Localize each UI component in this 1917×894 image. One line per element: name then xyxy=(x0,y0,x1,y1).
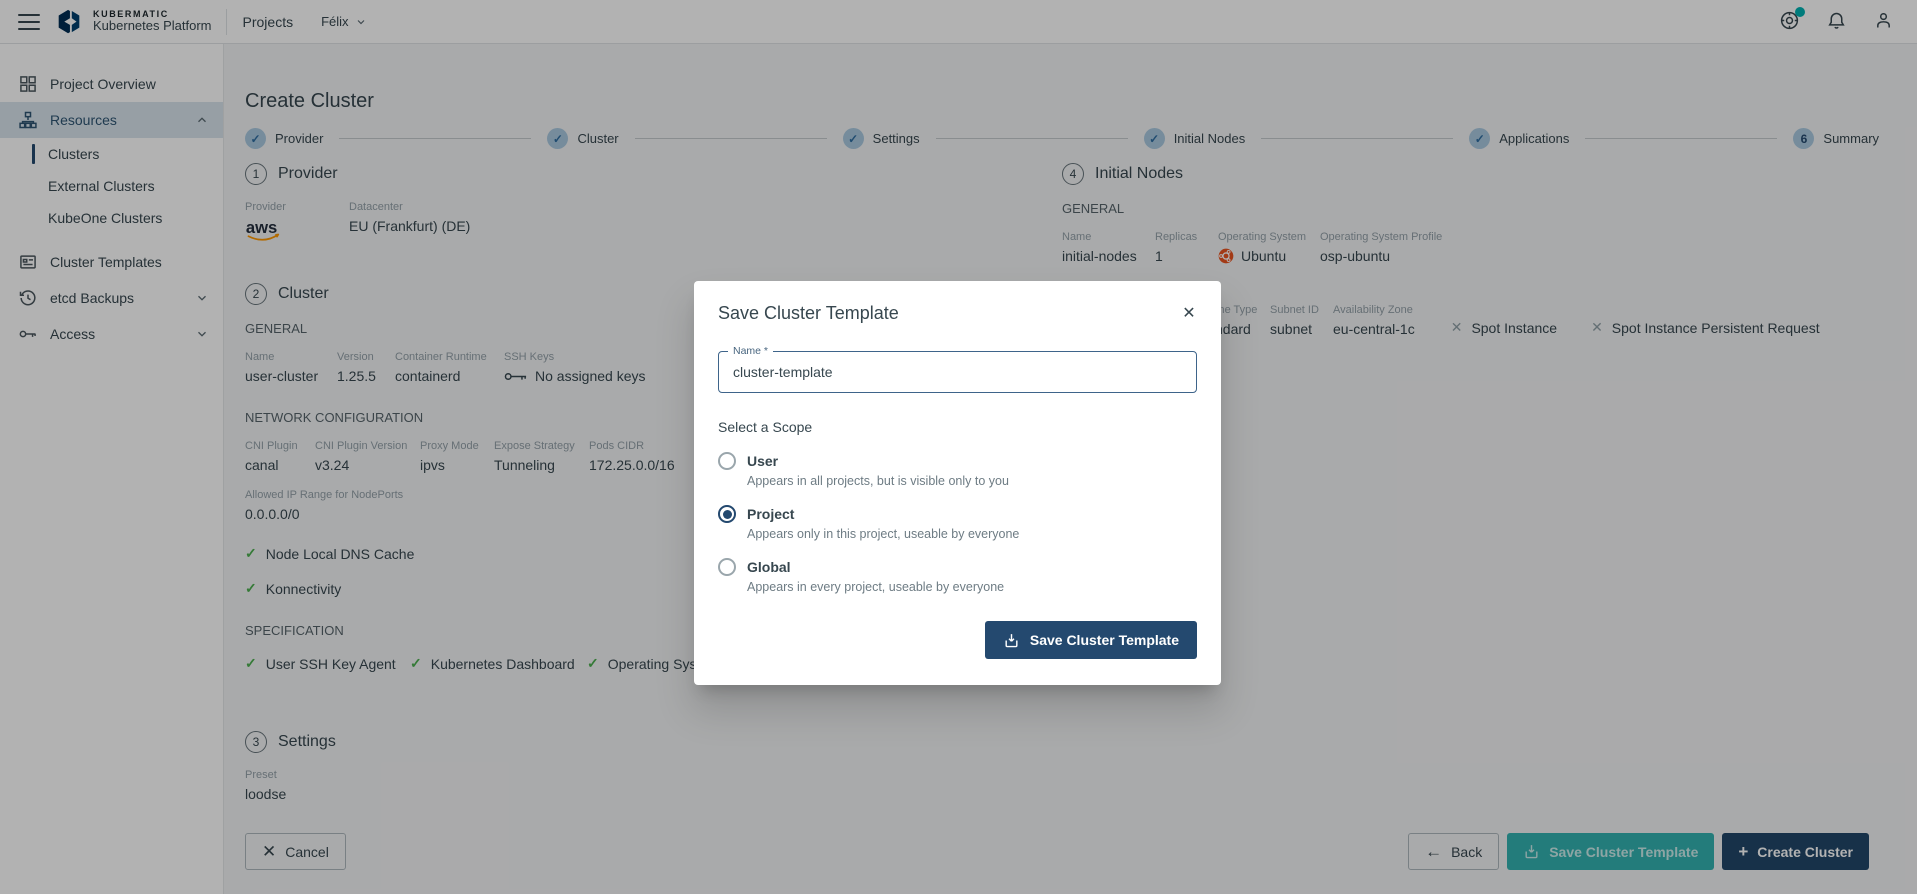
app-root: KUBERMATIC Kubernetes Platform Projects … xyxy=(0,0,1917,894)
save-icon xyxy=(1003,632,1020,649)
scope-option-project[interactable]: Project Appears only in this project, us… xyxy=(718,505,1197,541)
scope-option-global[interactable]: Global Appears in every project, useable… xyxy=(718,558,1197,594)
scope-option-user[interactable]: User Appears in all projects, but is vis… xyxy=(718,452,1197,488)
radio-icon xyxy=(718,558,736,576)
scope-description: Appears only in this project, useable by… xyxy=(747,527,1197,541)
scope-heading: Select a Scope xyxy=(718,419,1197,435)
name-input-label: Name * xyxy=(728,345,773,357)
scope-description: Appears in all projects, but is visible … xyxy=(747,474,1197,488)
dialog-save-cluster-template-button[interactable]: Save Cluster Template xyxy=(985,621,1197,659)
radio-selected-icon xyxy=(718,505,736,523)
dialog-close-button[interactable]: ✕ xyxy=(1177,301,1201,325)
radio-icon xyxy=(718,452,736,470)
save-cluster-template-dialog: Save Cluster Template ✕ Name * Select a … xyxy=(694,281,1221,685)
dialog-title: Save Cluster Template xyxy=(718,303,1197,324)
close-icon: ✕ xyxy=(1182,305,1195,322)
template-name-input[interactable] xyxy=(718,351,1197,393)
scope-description: Appears in every project, useable by eve… xyxy=(747,580,1197,594)
template-name-form-field: Name * xyxy=(718,351,1197,393)
